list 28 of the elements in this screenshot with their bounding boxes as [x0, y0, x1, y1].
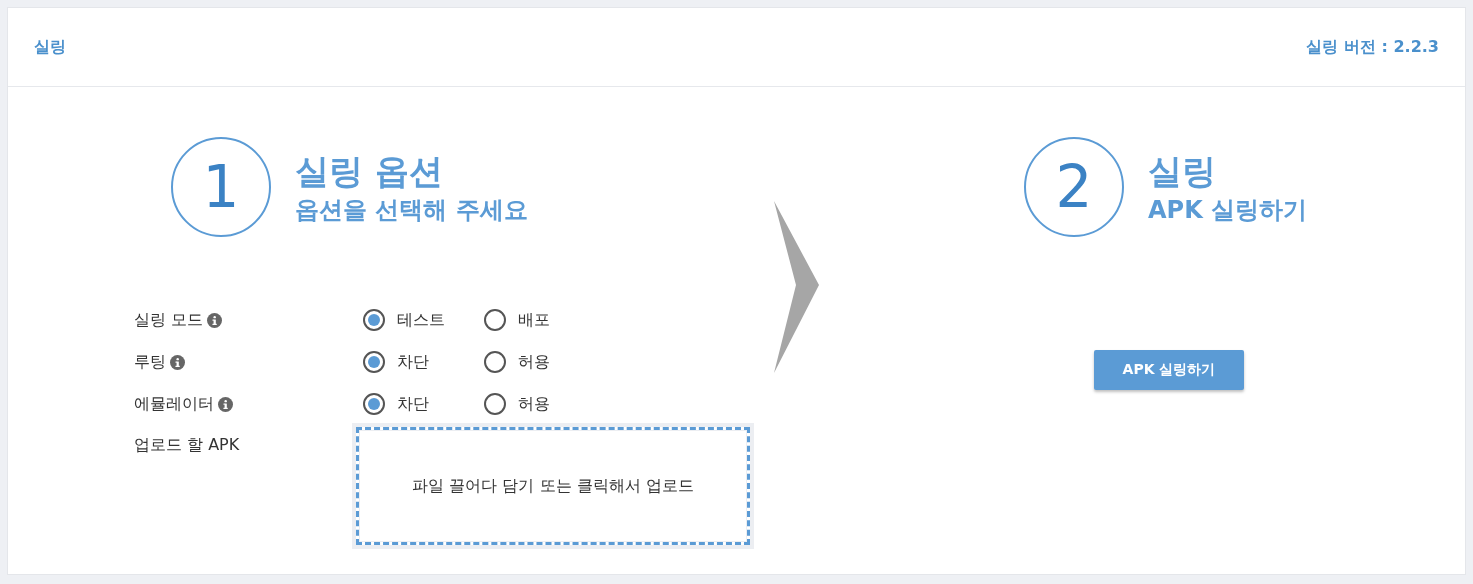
radio-button[interactable] — [484, 351, 506, 373]
option-label: 루팅 — [134, 351, 166, 373]
upload-label: 업로드 할 APK — [134, 435, 240, 456]
info-icon[interactable] — [218, 396, 233, 412]
step-title: 실링 — [1148, 150, 1217, 193]
radio-button[interactable] — [484, 393, 506, 415]
page-title: 실링 — [34, 36, 66, 58]
radio-button[interactable] — [363, 309, 385, 331]
chevron-arrow-icon — [774, 201, 819, 373]
step-title: 실링 옵션 — [295, 150, 444, 193]
step-subtitle: APK 실링하기 — [1148, 195, 1308, 226]
radio-label[interactable]: 차단 — [397, 351, 429, 373]
radio-button[interactable] — [363, 393, 385, 415]
radio-label[interactable]: 허용 — [518, 393, 550, 415]
info-icon[interactable] — [170, 354, 185, 370]
step-number: 2 — [1024, 137, 1124, 237]
radio-button[interactable] — [363, 351, 385, 373]
info-icon[interactable] — [207, 312, 223, 328]
version-label: 실링 버전 : 2.2.3 — [1306, 36, 1439, 58]
radio-label[interactable]: 배포 — [518, 309, 550, 331]
step-number: 1 — [171, 137, 271, 237]
option-label: 에뮬레이터 — [134, 393, 214, 415]
radio-label[interactable]: 테스트 — [397, 309, 445, 331]
option-label: 실링 모드 — [134, 309, 204, 331]
radio-label[interactable]: 허용 — [518, 351, 550, 373]
radio-button[interactable] — [484, 309, 506, 331]
step-subtitle: 옵션을 선택해 주세요 — [295, 195, 528, 226]
radio-label[interactable]: 차단 — [397, 393, 429, 415]
